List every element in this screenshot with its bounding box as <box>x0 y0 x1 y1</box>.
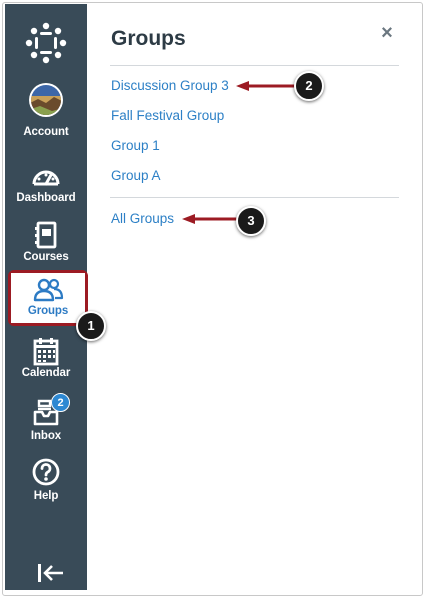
close-icon[interactable]: × <box>378 22 396 44</box>
callout-arrow-3 <box>182 214 238 224</box>
nav-item-help[interactable]: Help <box>5 456 87 514</box>
group-link-fall-festival-group[interactable]: Fall Festival Group <box>111 108 224 123</box>
nav-item-account[interactable]: Account <box>5 82 87 140</box>
canvas-logo-icon[interactable] <box>24 21 68 65</box>
collapse-nav-icon[interactable] <box>36 561 66 585</box>
nav-label-dashboard: Dashboard <box>16 192 76 204</box>
inbox-unread-badge: 2 <box>51 393 70 412</box>
nav-label-calendar: Calendar <box>21 367 71 379</box>
nav-item-dashboard[interactable]: Dashboard <box>5 160 87 218</box>
nav-label-help: Help <box>33 490 59 502</box>
tray-divider-bottom <box>110 197 399 198</box>
tray-divider-top <box>110 65 399 66</box>
nav-item-groups[interactable]: Groups <box>11 273 85 323</box>
callout-arrow-2 <box>236 81 296 91</box>
nav-label-courses: Courses <box>23 251 69 263</box>
avatar <box>29 83 63 117</box>
group-link-discussion-group-3[interactable]: Discussion Group 3 <box>111 78 229 93</box>
nav-label-account: Account <box>23 126 69 138</box>
nav-label-groups: Groups <box>27 305 69 317</box>
dashboard-icon <box>32 170 60 186</box>
groups-icon <box>33 278 64 302</box>
calendar-icon <box>33 338 59 366</box>
callout-badge-3: 3 <box>236 206 266 236</box>
group-link-group-1[interactable]: Group 1 <box>111 138 160 153</box>
courses-icon <box>35 221 57 249</box>
callout-badge-1: 1 <box>76 311 106 341</box>
help-icon <box>32 458 60 486</box>
nav-item-calendar[interactable]: Calendar <box>5 336 87 394</box>
tray-title: Groups <box>111 27 186 50</box>
all-groups-link[interactable]: All Groups <box>111 211 174 226</box>
callout-badge-2: 2 <box>294 71 324 101</box>
nav-item-inbox[interactable]: Inbox <box>5 396 87 454</box>
nav-item-courses[interactable]: Courses <box>5 218 87 276</box>
group-link-group-a[interactable]: Group A <box>111 168 161 183</box>
nav-label-inbox: Inbox <box>30 430 62 442</box>
